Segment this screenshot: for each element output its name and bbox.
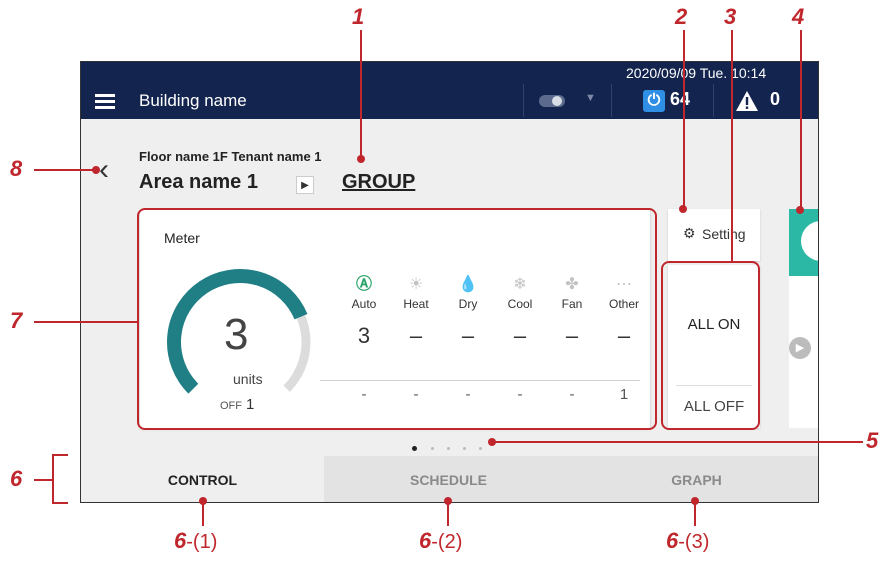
power-count: 64 — [670, 89, 691, 109]
callout-6: 6 — [10, 466, 23, 491]
callout-6-3: 6-(3) — [666, 528, 709, 554]
callout-6-1-sub: -(1) — [186, 531, 218, 553]
page-dot-active[interactable] — [412, 446, 417, 451]
divider — [611, 84, 612, 117]
floor-tenant-label: Floor name 1F Tenant name 1 — [139, 149, 322, 164]
page-dot[interactable] — [463, 447, 466, 450]
callout-dot — [199, 497, 207, 505]
callout-dot — [796, 206, 804, 214]
next-card[interactable]: ▶ — [789, 209, 818, 428]
back-arrow-icon[interactable]: ‹ — [99, 155, 109, 185]
setting-button[interactable]: ⚙ Setting — [668, 209, 760, 261]
alert-icon[interactable] — [735, 90, 759, 112]
callout-bracket — [52, 454, 68, 456]
callout-line — [800, 30, 802, 210]
menu-icon[interactable] — [81, 90, 121, 114]
callout-line — [731, 30, 733, 262]
callout-1: 1 — [352, 4, 365, 29]
divider — [713, 84, 714, 117]
callout-dot — [691, 497, 699, 505]
callout-2: 2 — [675, 4, 688, 29]
callout-line — [34, 321, 138, 323]
play-icon[interactable]: ▶ — [789, 337, 811, 359]
callout-line — [493, 441, 863, 443]
top-bar: Building name 2020/09/09 Tue. 10:14 ▼ ⏻ … — [81, 62, 818, 119]
callout-dot — [92, 166, 100, 174]
callout-6-2: 6-(2) — [419, 528, 462, 554]
callout-7: 7 — [10, 308, 23, 333]
callout-line — [34, 169, 96, 171]
callout-bracket — [52, 454, 54, 504]
divider — [523, 84, 524, 117]
tab-schedule[interactable]: SCHEDULE — [324, 456, 573, 502]
callout-8: 8 — [10, 156, 23, 181]
callout-box-on-off — [661, 261, 760, 430]
callout-line — [34, 479, 52, 481]
alert-count: 0 — [770, 89, 781, 109]
next-card-circle — [801, 221, 818, 261]
callout-dot — [488, 438, 496, 446]
page-dot[interactable] — [431, 447, 434, 450]
callout-6-2-sub: -(2) — [431, 531, 463, 553]
page-dot[interactable] — [447, 447, 450, 450]
page-dot[interactable] — [479, 447, 482, 450]
chevron-down-icon[interactable]: ▼ — [585, 92, 596, 104]
next-card-header — [789, 209, 818, 276]
group-link[interactable]: GROUP — [342, 171, 415, 194]
tab-control[interactable]: CONTROL — [81, 456, 324, 502]
callout-6-3-sub: -(3) — [678, 531, 710, 553]
callout-box-meter — [137, 208, 657, 430]
callout-dot — [679, 205, 687, 213]
callout-dot — [357, 155, 365, 163]
setting-label: Setting — [702, 226, 746, 242]
callout-4: 4 — [792, 4, 805, 29]
callout-line — [360, 30, 362, 158]
tab-graph[interactable]: GRAPH — [573, 456, 818, 502]
datetime-display: 2020/09/09 Tue. 10:14 — [626, 65, 767, 81]
building-name: Building name — [139, 91, 247, 110]
callout-6-3-num: 6 — [666, 528, 679, 553]
callout-6-1-num: 6 — [174, 528, 187, 553]
area-arrow-button[interactable]: ▶ — [296, 176, 314, 194]
callout-5: 5 — [866, 428, 879, 453]
power-icon[interactable]: ⏻ — [643, 90, 665, 112]
gear-icon: ⚙ — [683, 225, 696, 241]
callout-6-1: 6-(1) — [174, 528, 217, 554]
area-name: Area name 1 — [139, 171, 258, 193]
callout-3: 3 — [724, 4, 737, 29]
callout-dot — [444, 497, 452, 505]
tab-bar: CONTROL SCHEDULE GRAPH — [81, 456, 818, 502]
callout-bracket — [52, 502, 68, 504]
callout-line — [683, 30, 685, 208]
callout-6-2-num: 6 — [419, 528, 432, 553]
mode-toggle[interactable] — [539, 95, 565, 107]
